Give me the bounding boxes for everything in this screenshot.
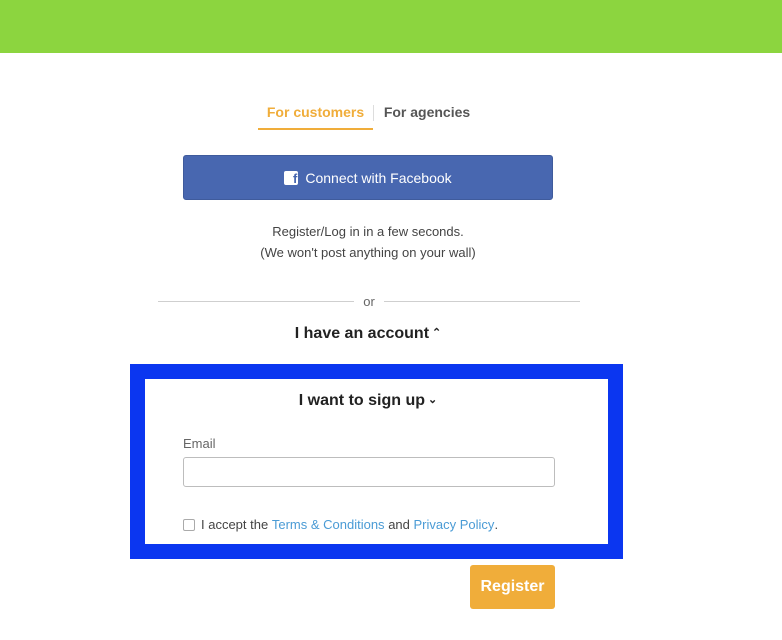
have-account-toggle[interactable]: I have an account ⌃ (183, 325, 553, 343)
terms-conditions-link[interactable]: Terms & Conditions (272, 517, 385, 532)
info-text-line1: Register/Log in in a few seconds. (272, 224, 464, 239)
email-label: Email (183, 436, 216, 451)
info-text-line2: (We won't post anything on your wall) (260, 245, 476, 260)
terms-checkbox[interactable] (183, 518, 195, 531)
privacy-policy-link[interactable]: Privacy Policy (414, 517, 495, 532)
divider-line-left (158, 301, 354, 302)
connect-facebook-button[interactable]: f Connect with Facebook (183, 155, 553, 200)
divider-line-right (384, 301, 580, 302)
have-account-label: I have an account (294, 325, 430, 342)
tab-bar: For customers For agencies (0, 98, 782, 132)
sign-up-toggle[interactable]: I want to sign up ⌄ (183, 392, 553, 410)
connect-facebook-label: Connect with Facebook (305, 169, 452, 186)
terms-and-text: and (388, 517, 410, 532)
terms-row: I accept the Terms & Conditions and Priv… (183, 517, 498, 532)
tab-separator (373, 105, 374, 121)
chevron-up-icon: ⌃ (432, 327, 442, 339)
top-bar (0, 0, 782, 53)
tab-for-customers[interactable]: For customers (258, 98, 373, 130)
divider-or-text: or (363, 294, 375, 309)
email-field[interactable] (183, 457, 555, 487)
chevron-down-icon: ⌄ (428, 394, 438, 406)
tab-for-agencies[interactable]: For agencies (379, 98, 475, 128)
facebook-icon: f (284, 170, 299, 185)
sign-up-label: I want to sign up (298, 392, 425, 409)
register-button[interactable]: Register (470, 565, 555, 609)
terms-prefix-text: I accept the (201, 517, 269, 532)
terms-suffix-text: . (494, 517, 499, 532)
